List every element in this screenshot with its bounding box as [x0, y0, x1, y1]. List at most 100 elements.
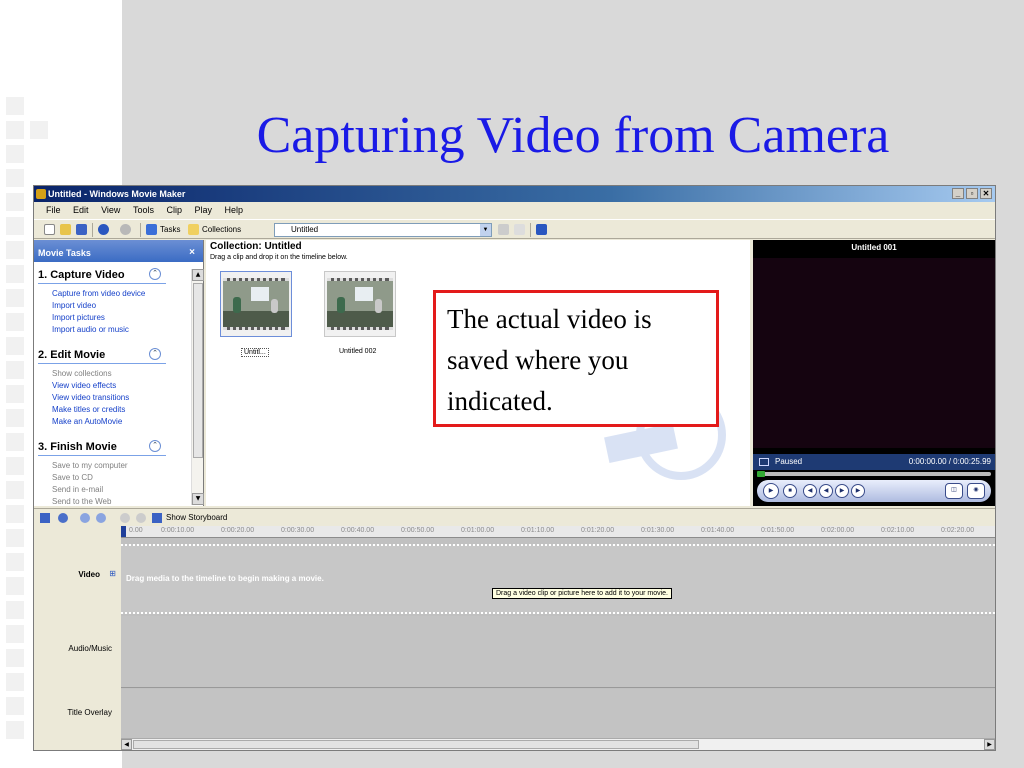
- scroll-thumb[interactable]: [133, 740, 699, 749]
- zoom-in-icon[interactable]: [80, 513, 90, 523]
- storyboard-icon: [152, 513, 162, 523]
- show-storyboard-button[interactable]: Show Storyboard: [166, 513, 227, 523]
- collection-select[interactable]: Untitled ▼: [274, 223, 492, 237]
- tasks-button[interactable]: Tasks: [160, 224, 180, 236]
- task-link-send-web[interactable]: Send to the Web: [38, 496, 203, 506]
- expand-video-track-icon[interactable]: ⊞: [109, 569, 116, 578]
- minimize-button[interactable]: _: [952, 188, 964, 199]
- decor-square: [6, 121, 24, 139]
- ruler-tick-label: 0:00:50.00: [401, 527, 435, 534]
- task-link-automovie[interactable]: Make an AutoMovie: [38, 416, 203, 428]
- chevron-up-icon[interactable]: ⌃: [149, 348, 161, 360]
- close-button[interactable]: ✕: [980, 188, 992, 199]
- menu-edit[interactable]: Edit: [73, 202, 89, 218]
- menu-file[interactable]: File: [46, 202, 61, 218]
- decor-square: [6, 553, 24, 571]
- task-link-video-effects[interactable]: View video effects: [38, 380, 203, 392]
- open-project-icon[interactable]: [60, 224, 71, 235]
- clip-thumbnail[interactable]: [220, 271, 292, 337]
- menu-tools[interactable]: Tools: [133, 202, 154, 218]
- next-frame-icon[interactable]: ▶: [851, 484, 865, 498]
- tasks-icon: [146, 224, 157, 235]
- task-link-show-collections[interactable]: Show collections: [38, 368, 203, 380]
- decor-square: [6, 697, 24, 715]
- audio-music-track[interactable]: [121, 616, 995, 688]
- scroll-thumb[interactable]: [193, 283, 203, 458]
- ruler-tick-label: 0:01:30.00: [641, 527, 675, 534]
- chevron-up-icon[interactable]: ⌃: [149, 268, 161, 280]
- new-project-icon[interactable]: [44, 224, 55, 235]
- task-link-save-computer[interactable]: Save to my computer: [38, 460, 203, 472]
- section-title[interactable]: 1. Capture Video: [38, 266, 166, 284]
- decor-square: [6, 313, 24, 331]
- redo-icon[interactable]: [120, 224, 131, 235]
- timeline-ruler[interactable]: 0.00 0:00:10.00 0:00:20.00 0:00:30.00 0:…: [121, 526, 995, 538]
- seek-handle[interactable]: [757, 471, 765, 477]
- views-icon[interactable]: [536, 224, 547, 235]
- scroll-up-icon[interactable]: ▲: [192, 269, 204, 281]
- playback-state: Paused: [775, 457, 803, 466]
- clip-label[interactable]: Untitled 002: [339, 348, 376, 355]
- section-title[interactable]: 2. Edit Movie: [38, 346, 166, 364]
- task-link-video-transitions[interactable]: View video transitions: [38, 392, 203, 404]
- play-timeline-icon[interactable]: [136, 513, 146, 523]
- menu-play[interactable]: Play: [195, 202, 213, 218]
- rewind-timeline-icon[interactable]: [120, 513, 130, 523]
- collection-subtitle: Drag a clip and drop it on the timeline …: [210, 254, 348, 261]
- clip-thumbnail[interactable]: [324, 271, 396, 337]
- stop-icon[interactable]: ■: [783, 484, 797, 498]
- timeline-view-icon[interactable]: [40, 513, 50, 523]
- ruler-tick-label: 0:00:30.00: [281, 527, 315, 534]
- task-link-import-pictures[interactable]: Import pictures: [38, 312, 203, 324]
- timeline-hscrollbar[interactable]: ◀ ▶: [121, 738, 995, 750]
- scroll-right-icon[interactable]: ▶: [984, 739, 995, 750]
- task-link-save-cd[interactable]: Save to CD: [38, 472, 203, 484]
- decor-square: [6, 649, 24, 667]
- clip-label[interactable]: Untitl...: [241, 348, 269, 357]
- menu-help[interactable]: Help: [225, 202, 244, 218]
- title-overlay-track[interactable]: [121, 689, 995, 738]
- task-link-import-video[interactable]: Import video: [38, 300, 203, 312]
- tasks-scrollbar[interactable]: ▲ ▼: [191, 269, 204, 505]
- seek-bar[interactable]: [757, 471, 991, 477]
- play-icon[interactable]: ▶: [763, 483, 779, 499]
- toolbar-separator: [530, 223, 531, 237]
- section-title[interactable]: 3. Finish Movie: [38, 438, 166, 456]
- playhead[interactable]: [121, 526, 126, 537]
- zoom-out-icon[interactable]: [96, 513, 106, 523]
- ruler-tick-label: 0:02:10.00: [881, 527, 915, 534]
- task-link-capture-device[interactable]: Capture from video device: [38, 288, 203, 300]
- restore-button[interactable]: ▫: [966, 188, 978, 199]
- menu-view[interactable]: View: [101, 202, 120, 218]
- scroll-left-icon[interactable]: ◀: [121, 739, 132, 750]
- scroll-down-icon[interactable]: ▼: [192, 493, 204, 505]
- movie-tasks-title: Movie Tasks: [38, 248, 91, 258]
- window-titlebar[interactable]: Untitled - Windows Movie Maker _ ▫ ✕: [34, 186, 995, 202]
- ruler-tick-label: 0:01:20.00: [581, 527, 615, 534]
- decor-square: [6, 601, 24, 619]
- undo-icon[interactable]: [98, 224, 109, 235]
- chevron-up-icon[interactable]: ⌃: [149, 440, 161, 452]
- take-picture-icon[interactable]: ◉: [967, 483, 985, 499]
- collections-button[interactable]: Collections: [202, 224, 241, 236]
- save-project-icon[interactable]: [76, 224, 87, 235]
- up-level-icon[interactable]: [498, 224, 509, 235]
- menu-clip[interactable]: Clip: [166, 202, 182, 218]
- playback-controls: ▶ ■ ◀ ◀ ▶ ▶ ◫ ◉: [757, 480, 991, 502]
- previous-frame-icon[interactable]: ◀: [803, 484, 817, 498]
- rewind-icon[interactable]: ◀: [819, 484, 833, 498]
- decor-square: [6, 577, 24, 595]
- task-link-import-audio[interactable]: Import audio or music: [38, 324, 203, 336]
- timeline[interactable]: 0.00 0:00:10.00 0:00:20.00 0:00:30.00 0:…: [121, 526, 995, 738]
- split-clip-icon[interactable]: ◫: [945, 483, 963, 499]
- task-link-titles-credits[interactable]: Make titles or credits: [38, 404, 203, 416]
- narrate-icon[interactable]: [58, 513, 68, 523]
- forward-icon[interactable]: ▶: [835, 484, 849, 498]
- timeline-toolbar: Show Storyboard: [34, 508, 995, 526]
- ruler-tick-label: 0:02:00.00: [821, 527, 855, 534]
- video-track[interactable]: Drag media to the timeline to begin maki…: [121, 544, 995, 614]
- new-collection-icon[interactable]: [514, 224, 525, 235]
- task-link-send-email[interactable]: Send in e-mail: [38, 484, 203, 496]
- task-section-edit: 2. Edit Movie ⌃ Show collections View vi…: [34, 342, 203, 434]
- chevron-down-icon[interactable]: ▼: [480, 224, 491, 236]
